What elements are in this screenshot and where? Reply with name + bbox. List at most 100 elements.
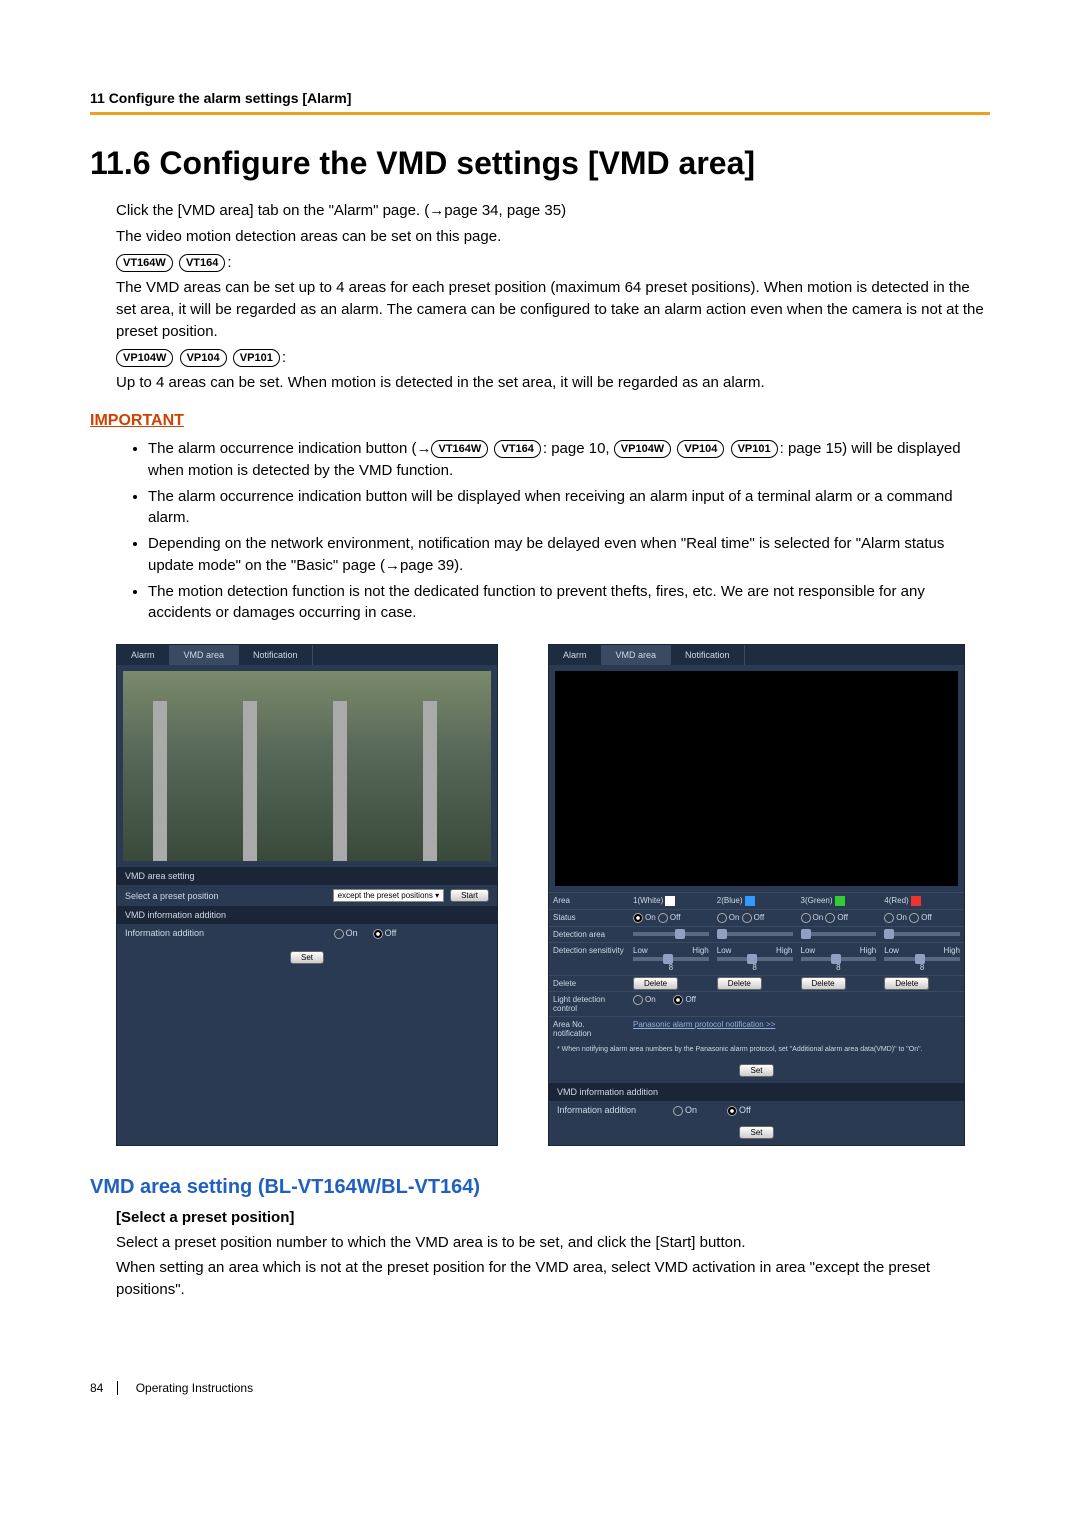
- text: Click the [VMD area] tab on the "Alarm" …: [116, 202, 429, 219]
- page-footer: 84 Operating Instructions: [90, 1381, 990, 1395]
- tab-alarm[interactable]: Alarm: [549, 645, 602, 665]
- delete-button[interactable]: Delete: [884, 977, 929, 990]
- det-area-slider[interactable]: [884, 932, 960, 936]
- subsection-title: VMD area setting (BL-VT164W/BL-VT164): [90, 1176, 990, 1199]
- intro-p2: The video motion detection areas can be …: [116, 226, 990, 248]
- radio-on[interactable]: [334, 929, 344, 939]
- note-item: The alarm occurrence indication button w…: [148, 486, 990, 530]
- tab-bar: Alarm VMD area Notification: [117, 645, 497, 665]
- note-item: The motion detection function is not the…: [148, 581, 990, 625]
- light-off-radio[interactable]: [673, 995, 683, 1005]
- col-area: Area: [549, 892, 629, 909]
- preset-select[interactable]: except the preset positions ▾: [333, 889, 444, 902]
- label-info-addition: Information addition: [125, 928, 235, 938]
- area-1: 1(White): [629, 892, 713, 909]
- intro-p3: The VMD areas can be set up to 4 areas f…: [116, 277, 990, 342]
- radio-label: On: [346, 928, 358, 938]
- section-vmd-info-addition: VMD information addition: [549, 1083, 964, 1101]
- status-on-radio[interactable]: [633, 913, 643, 923]
- light-on-radio[interactable]: [633, 995, 643, 1005]
- important-list: The alarm occurrence indication button (…: [148, 438, 990, 624]
- panasonic-link[interactable]: Panasonic alarm protocol notification >>: [633, 1020, 775, 1029]
- model-pill: VP104: [180, 349, 227, 367]
- area-4: 4(Red): [880, 892, 964, 909]
- status-on-radio[interactable]: [884, 913, 894, 923]
- label-info-addition: Information addition: [557, 1105, 667, 1115]
- model-pill: VP104: [677, 440, 724, 458]
- footnote: * When notifying alarm area numbers by t…: [549, 1041, 964, 1058]
- model-pill: VT164: [179, 254, 225, 272]
- status-off-radio[interactable]: [909, 913, 919, 923]
- radio-label: Off: [385, 928, 397, 938]
- start-button[interactable]: Start: [450, 889, 489, 902]
- camera-preview: [123, 671, 491, 861]
- set-button[interactable]: Set: [739, 1126, 773, 1139]
- area-grid: Area 1(White) 2(Blue) 3(Green) 4(Red) St…: [549, 892, 964, 1041]
- sens-slider[interactable]: [801, 957, 877, 961]
- section-vmd-info-addition: VMD information addition: [117, 906, 497, 924]
- row-status: Status: [549, 909, 629, 926]
- tab-bar: Alarm VMD area Notification: [549, 645, 964, 665]
- radio-off[interactable]: [373, 929, 383, 939]
- status-on-radio[interactable]: [801, 913, 811, 923]
- model-pill: VT164: [494, 440, 540, 458]
- section-title: 11.6 Configure the VMD settings [VMD are…: [90, 145, 990, 182]
- select-value: except the preset positions: [338, 891, 433, 900]
- det-area-slider[interactable]: [801, 932, 877, 936]
- section-vmd-area-setting: VMD area setting: [117, 867, 497, 885]
- model-pills-row-2: VP104W VP104 VP101:: [116, 347, 990, 369]
- delete-button[interactable]: Delete: [717, 977, 762, 990]
- body-paragraph: Select a preset position number to which…: [116, 1232, 990, 1254]
- body-paragraph: When setting an area which is not at the…: [116, 1257, 990, 1301]
- det-area-slider[interactable]: [717, 932, 793, 936]
- model-pill: VP101: [233, 349, 280, 367]
- page-number: 84: [90, 1381, 118, 1395]
- text: page 34, page 35): [444, 202, 566, 219]
- model-pills-row-1: VT164W VT164:: [116, 252, 990, 274]
- status-off-radio[interactable]: [658, 913, 668, 923]
- row-detection-area: Detection area: [549, 926, 629, 942]
- camera-preview: [555, 671, 958, 886]
- model-pill: VT164W: [116, 254, 173, 272]
- model-pill: VP104W: [116, 349, 173, 367]
- intro-p1: Click the [VMD area] tab on the "Alarm" …: [116, 200, 990, 222]
- model-pill: VT164W: [431, 440, 488, 458]
- area-2: 2(Blue): [713, 892, 797, 909]
- label-select-preset: Select a preset position: [125, 891, 235, 901]
- screenshot-vp104: Alarm VMD area Notification Area 1(White…: [548, 644, 965, 1146]
- tab-vmd-area[interactable]: VMD area: [170, 645, 240, 665]
- status-off-radio[interactable]: [825, 913, 835, 923]
- footer-text: Operating Instructions: [136, 1381, 253, 1395]
- det-area-slider[interactable]: [633, 932, 709, 936]
- tab-notification[interactable]: Notification: [239, 645, 313, 665]
- area-3: 3(Green): [797, 892, 881, 909]
- screenshot-vt164: Alarm VMD area Notification VMD area set…: [116, 644, 498, 1146]
- sens-slider[interactable]: [717, 957, 793, 961]
- param-heading: [Select a preset position]: [116, 1209, 990, 1226]
- model-pill: VP101: [731, 440, 778, 458]
- radio-on[interactable]: [673, 1106, 683, 1116]
- sens-slider[interactable]: [884, 957, 960, 961]
- row-light-detection: Light detection control: [549, 991, 629, 1016]
- row-delete: Delete: [549, 975, 629, 991]
- model-pill: VP104W: [614, 440, 671, 458]
- delete-button[interactable]: Delete: [801, 977, 846, 990]
- set-button[interactable]: Set: [290, 951, 324, 964]
- intro-p4: Up to 4 areas can be set. When motion is…: [116, 372, 990, 394]
- set-button[interactable]: Set: [739, 1064, 773, 1077]
- tab-notification[interactable]: Notification: [671, 645, 745, 665]
- status-off-radio[interactable]: [742, 913, 752, 923]
- row-area-no: Area No. notification: [549, 1016, 629, 1041]
- tab-alarm[interactable]: Alarm: [117, 645, 170, 665]
- chapter-header: 11 Configure the alarm settings [Alarm]: [90, 90, 990, 115]
- row-detection-sensitivity: Detection sensitivity: [549, 942, 629, 975]
- text: : page 10,: [543, 440, 614, 457]
- note-item: Depending on the network environment, no…: [148, 533, 990, 577]
- delete-button[interactable]: Delete: [633, 977, 678, 990]
- tab-vmd-area[interactable]: VMD area: [602, 645, 672, 665]
- important-heading: IMPORTANT: [90, 412, 990, 430]
- status-on-radio[interactable]: [717, 913, 727, 923]
- note-item: The alarm occurrence indication button (…: [148, 438, 990, 482]
- radio-off[interactable]: [727, 1106, 737, 1116]
- sens-slider[interactable]: [633, 957, 709, 961]
